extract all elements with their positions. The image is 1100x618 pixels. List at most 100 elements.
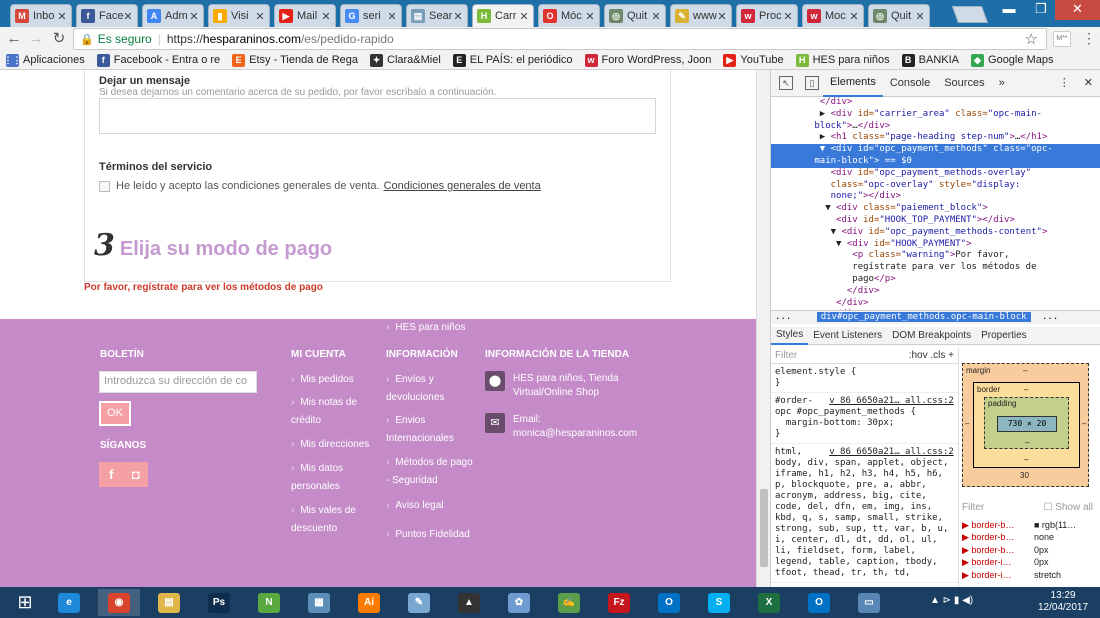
close-tab-icon[interactable]: ✕ <box>717 10 727 23</box>
footer-link[interactable]: › Mis pedidos <box>291 371 371 389</box>
dom-node-line[interactable]: ▶ <h1 class="page-heading step-num">…</h… <box>771 132 1100 144</box>
bookmark-item[interactable]: ◆ Google Maps <box>971 53 1053 67</box>
footer-link[interactable]: › Mis direcciones <box>291 436 371 454</box>
close-tab-icon[interactable]: ✕ <box>453 10 463 23</box>
dom-node-line[interactable]: ▼ <div id="opc_payment_methods-content"> <box>771 227 1100 239</box>
dom-node-line[interactable]: <div id="opc_payment_methods-overlay" <box>771 168 1100 180</box>
dom-node-line[interactable]: none;"></div> <box>771 191 1100 203</box>
bookmark-item[interactable]: E EL PAÍS: el periódico <box>452 53 573 67</box>
url-text[interactable]: https://hesparaninos.com/es/pedido-rapid… <box>167 32 394 46</box>
taskbar-app[interactable]: N <box>248 589 290 616</box>
taskbar-app[interactable]: ▭ <box>848 589 890 616</box>
dom-node-line[interactable]: ▶ <div id="carrier_area" class="opc-main… <box>771 109 1100 121</box>
close-tab-icon[interactable]: ✕ <box>519 10 529 23</box>
bookmark-item[interactable]: w Foro WordPress, Joon <box>584 53 711 67</box>
computed-property-row[interactable]: ▶ border-b… 0px <box>962 544 1100 557</box>
computed-show-all[interactable]: ☐ Show all <box>1043 502 1093 515</box>
bookmark-item[interactable]: E Etsy - Tienda de Rega <box>232 53 358 67</box>
browser-tab[interactable]: w Proc ✕ <box>736 4 798 27</box>
dom-node-line[interactable]: ▼ <div class="paiement_block"> <box>771 203 1100 215</box>
rule-source-link[interactable]: v_86_6650a21… all.css:2 <box>829 447 954 457</box>
element-style-rule[interactable]: element.style { } <box>771 364 958 393</box>
devtools-tab[interactable]: » <box>992 70 1012 96</box>
dom-node-line[interactable]: </div> <box>771 97 1100 109</box>
footer-link[interactable]: › Aviso legal <box>386 497 474 515</box>
close-tab-icon[interactable]: ✕ <box>123 10 133 23</box>
page-scrollbar-thumb[interactable] <box>760 489 768 567</box>
system-clock[interactable]: 13:29 12/04/2017 <box>1038 590 1088 614</box>
close-tab-icon[interactable]: ✕ <box>915 10 925 23</box>
newsletter-email-input[interactable]: Introduzca su dirección de co <box>99 371 257 393</box>
system-tray[interactable]: ▲ ⊳ ▮ ◀) <box>930 595 973 606</box>
browser-tab[interactable]: ✎ www ✕ <box>670 4 732 27</box>
dom-node-line[interactable]: block">…</div> <box>771 121 1100 133</box>
taskbar-app[interactable]: Ai <box>348 589 390 616</box>
close-tab-icon[interactable]: ✕ <box>651 10 661 23</box>
computed-property-row[interactable]: ▶ border-b… ■ rgb(11… <box>962 519 1100 532</box>
computed-property-row[interactable]: ▶ border-b… none <box>962 531 1100 544</box>
dom-node-line[interactable]: </div> <box>771 286 1100 298</box>
instagram-icon[interactable]: ◘ <box>124 462 149 487</box>
close-window-button[interactable]: ✕ <box>1055 0 1100 20</box>
browser-tab[interactable]: ▤ Sear ✕ <box>406 4 468 27</box>
close-tab-icon[interactable]: ✕ <box>585 10 595 23</box>
taskbar-app[interactable]: Fz <box>598 589 640 616</box>
browser-tab[interactable]: ▮ Visi ✕ <box>208 4 270 27</box>
footer-link[interactable]: › Mis vales de descuento <box>291 502 371 538</box>
styles-subtab[interactable]: Properties <box>976 330 1032 341</box>
browser-tab[interactable]: M Inbo ✕ <box>10 4 72 27</box>
dom-node-line[interactable]: <div id="HOOK_TOP_PAYMENT"></div> <box>771 215 1100 227</box>
devtools-close-icon[interactable]: ✕ <box>1077 70 1100 96</box>
browser-tab[interactable]: Gseri ✕ <box>340 4 402 27</box>
bookmark-item[interactable]: H HES para niños <box>795 53 890 67</box>
terms-checkbox[interactable] <box>99 180 110 192</box>
taskbar-app[interactable]: ▤ <box>148 589 190 616</box>
taskbar-app[interactable]: ▲ <box>448 589 490 616</box>
bookmark-star-icon[interactable]: ☆ <box>1025 30 1038 48</box>
address-bar[interactable]: 🔒 Es seguro | https://hesparaninos.com/e… <box>73 28 1047 50</box>
taskbar-app[interactable]: S <box>698 589 740 616</box>
taskbar-app[interactable]: ◉ <box>98 589 140 616</box>
inspect-element-icon[interactable]: ↖ <box>779 76 793 90</box>
dom-node-line[interactable]: main-block"> == $0 <box>771 155 1100 168</box>
styles-subtab[interactable]: Styles <box>771 327 809 345</box>
dom-node-line[interactable]: regístrate para ver los métodos de <box>771 262 1100 274</box>
page-scrollbar[interactable] <box>756 70 770 587</box>
computed-filter-input[interactable]: Filter <box>962 502 984 515</box>
maximize-window-button[interactable]: ❐ <box>1026 0 1056 20</box>
close-tab-icon[interactable]: ✕ <box>57 10 67 23</box>
message-textarea[interactable] <box>99 98 656 134</box>
taskbar-app[interactable]: e <box>48 589 90 616</box>
extension-icon[interactable]: M** <box>1053 31 1071 47</box>
back-arrow-icon[interactable]: ← <box>4 29 24 49</box>
dom-tree[interactable]: </div> ▶ <div id="carrier_area" class="o… <box>771 97 1100 310</box>
taskbar-app[interactable]: X <box>748 589 790 616</box>
bookmark-item[interactable]: B BANKIA <box>901 53 959 67</box>
bookmark-item[interactable]: ⋮⋮ Aplicaciones <box>4 53 85 67</box>
taskbar-app[interactable]: ✍ <box>548 589 590 616</box>
taskbar-app[interactable]: O <box>798 589 840 616</box>
footer-link[interactable]: › Envios Internacionales <box>386 412 474 448</box>
close-tab-icon[interactable]: ✕ <box>783 10 793 23</box>
dom-node-line[interactable]: <p class="warning">Por favor, <box>771 250 1100 262</box>
devtools-tab[interactable]: Sources <box>937 70 991 96</box>
bookmark-item[interactable]: f Facebook - Entra o re <box>96 53 220 67</box>
store-email[interactable]: monica@hesparaninos.com <box>513 427 637 441</box>
bookmark-item[interactable]: ✦ Clara&Miel <box>370 53 441 67</box>
close-tab-icon[interactable]: ✕ <box>387 10 397 23</box>
browser-tab[interactable]: ◎ Quit ✕ <box>604 4 666 27</box>
new-tab-button[interactable] <box>951 6 989 23</box>
terms-link[interactable]: Condiciones generales de venta <box>384 180 541 192</box>
browser-tab[interactable]: H Carr ✕ <box>472 4 534 27</box>
reload-icon[interactable]: ↻ <box>49 29 69 49</box>
computed-property-row[interactable]: ▶ border-i… stretch <box>962 569 1100 582</box>
dom-node-line[interactable]: pago</p> <box>771 274 1100 286</box>
dom-node-line[interactable]: </div> <box>771 298 1100 310</box>
footer-link[interactable]: › Mis datos personales <box>291 460 371 496</box>
devtools-menu-icon[interactable]: ⋮ <box>1052 70 1077 96</box>
browser-menu-icon[interactable]: ⋮ <box>1082 30 1096 47</box>
footer-link[interactable]: › Envíos y devoluciones <box>386 371 474 407</box>
devtools-tab[interactable]: Elements <box>823 69 883 97</box>
order-opc-rule[interactable]: #order- v_86_6650a21… all.css:2 opc #opc… <box>771 393 958 444</box>
facebook-icon[interactable]: f <box>99 462 124 487</box>
